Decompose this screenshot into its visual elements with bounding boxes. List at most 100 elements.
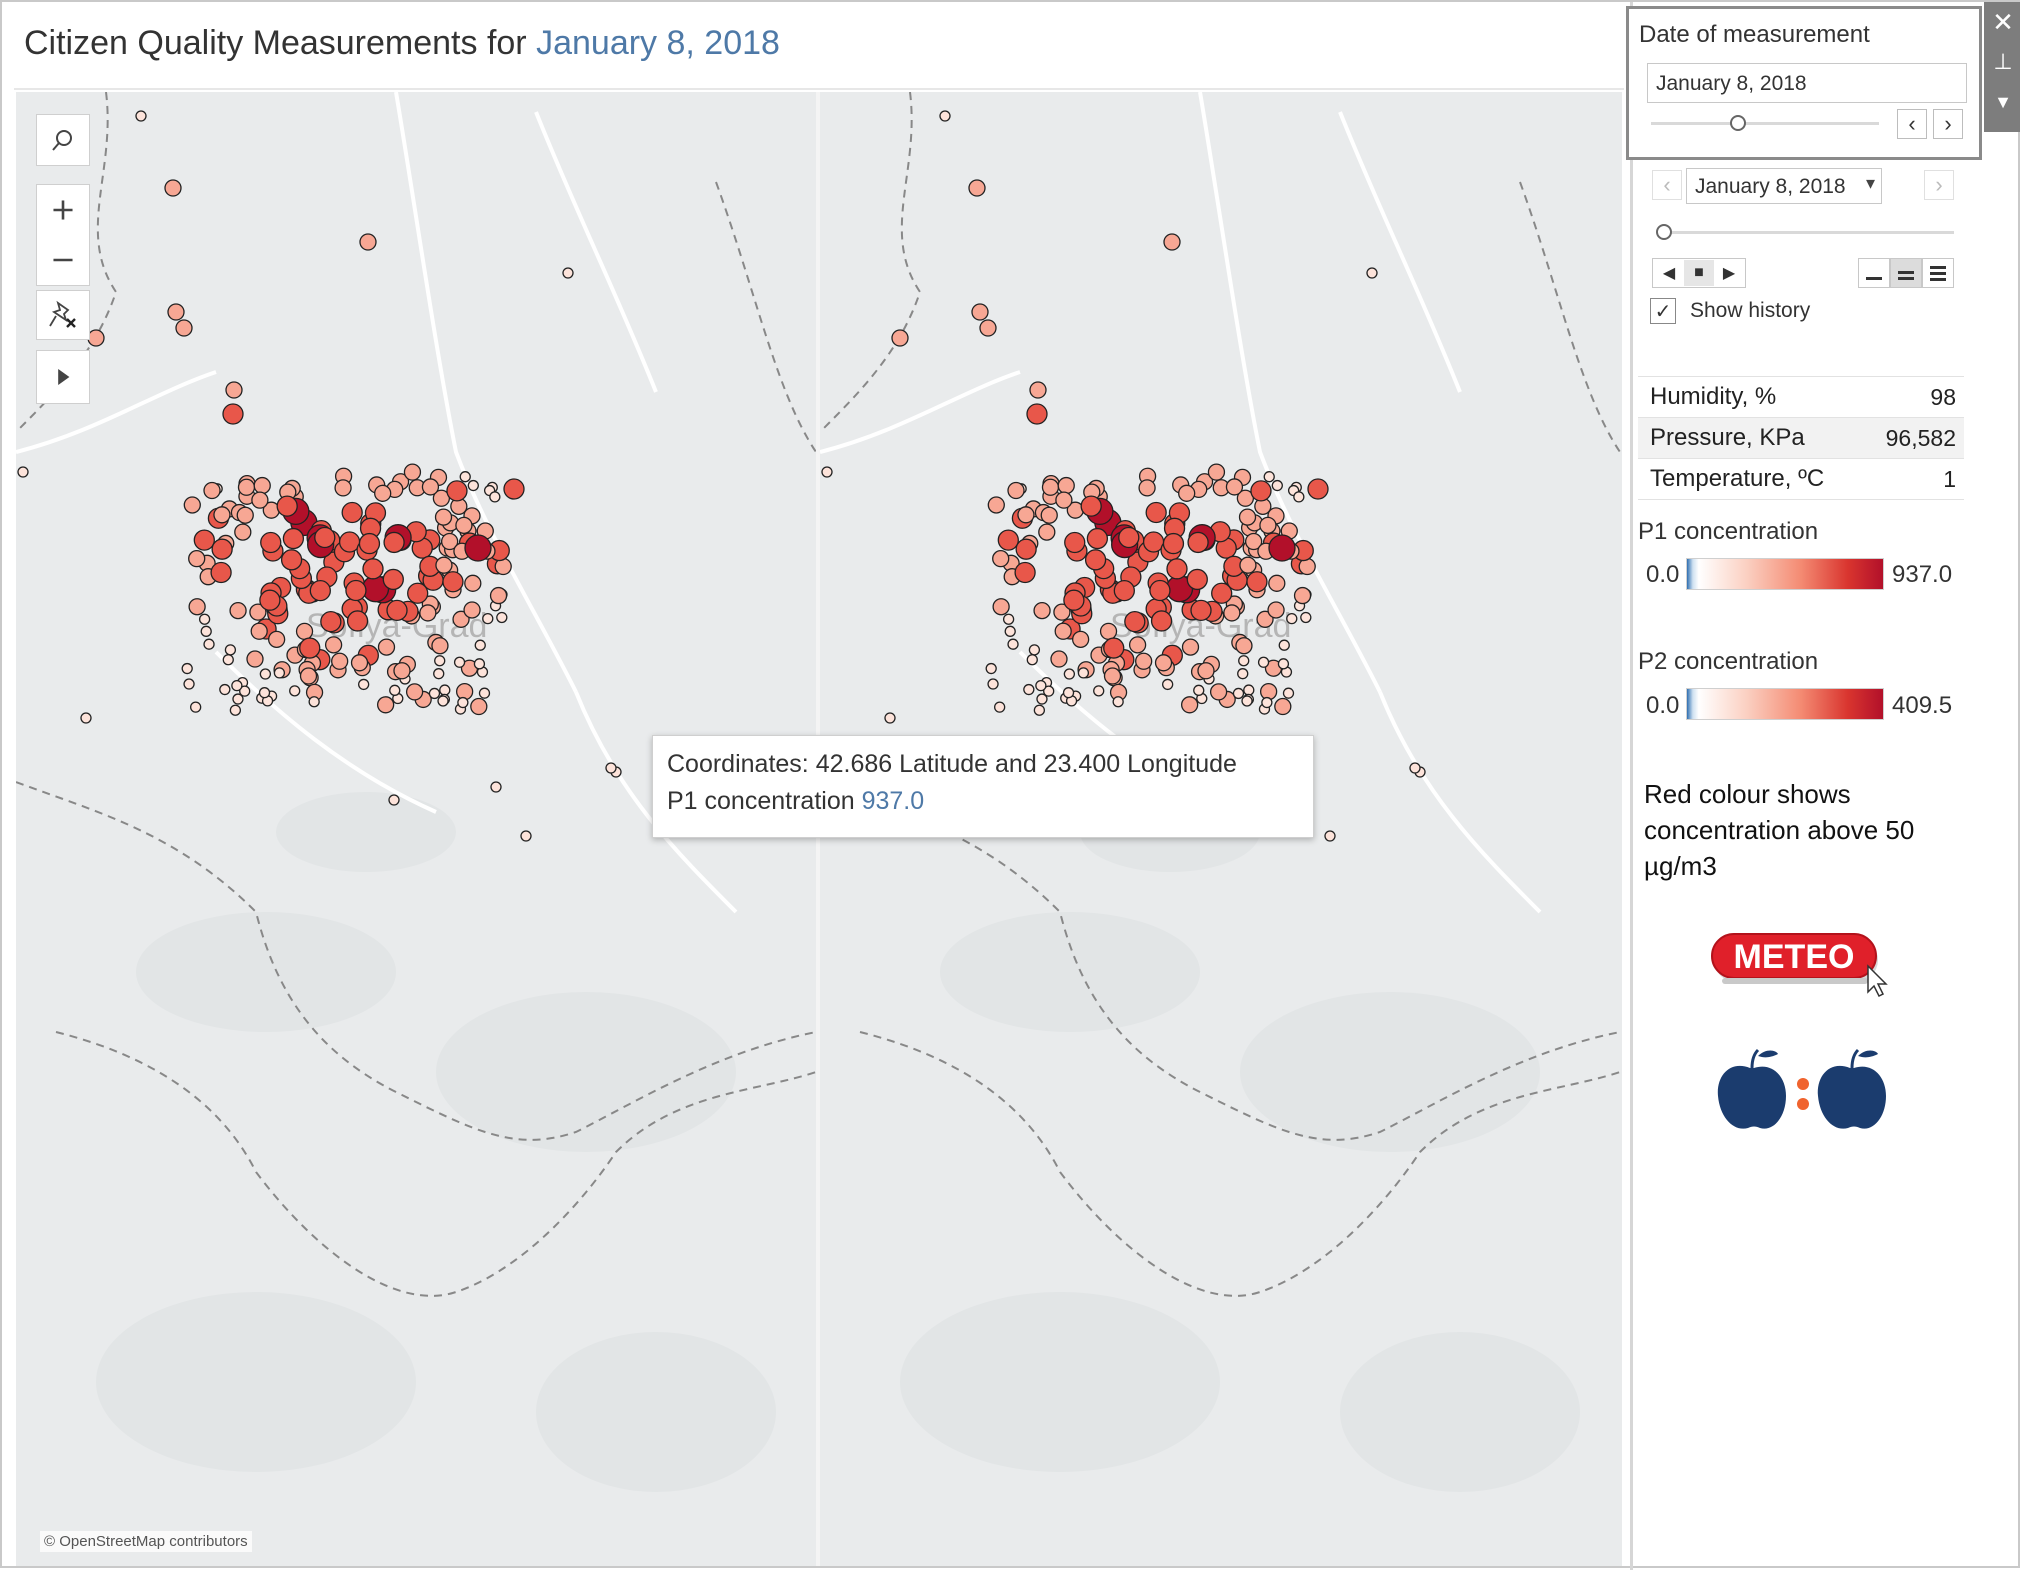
measurement-point[interactable]	[473, 658, 486, 670]
measurement-point[interactable]	[1293, 491, 1305, 503]
measurement-point[interactable]	[237, 478, 256, 496]
measurement-point[interactable]	[358, 532, 381, 555]
measurement-point[interactable]	[200, 625, 212, 637]
measurement-point[interactable]	[419, 604, 437, 622]
measurement-point[interactable]	[467, 479, 479, 492]
measurement-point[interactable]	[1149, 579, 1171, 602]
measurement-point[interactable]	[439, 684, 451, 696]
measurement-point[interactable]	[1099, 622, 1118, 641]
measurement-point[interactable]	[435, 556, 453, 574]
page-prev-button[interactable]: ‹	[1652, 170, 1682, 200]
show-history-checkbox[interactable]: ✓	[1650, 298, 1676, 324]
measurement-point[interactable]	[1103, 667, 1122, 685]
measurement-point[interactable]	[1113, 579, 1135, 602]
measurement-point[interactable]	[433, 668, 445, 680]
measurement-point[interactable]	[376, 696, 395, 714]
measurement-point[interactable]	[463, 601, 481, 619]
measurement-point[interactable]	[231, 679, 243, 692]
measurement-point[interactable]	[985, 662, 997, 675]
measurement-point[interactable]	[17, 466, 29, 478]
measurement-point[interactable]	[1267, 601, 1285, 619]
measurement-point[interactable]	[229, 601, 247, 620]
measurement-point[interactable]	[1246, 571, 1268, 593]
measurement-point[interactable]	[1238, 655, 1250, 667]
measurement-point[interactable]	[403, 463, 422, 481]
measurement-point[interactable]	[203, 638, 215, 650]
measurement-point[interactable]	[164, 179, 182, 197]
measurement-point[interactable]	[1063, 668, 1076, 680]
measurement-point[interactable]	[1193, 684, 1205, 696]
measurement-point[interactable]	[1237, 668, 1249, 680]
show-history-toggle[interactable]: ✓ Show history	[1650, 298, 1810, 324]
measurement-point[interactable]	[1124, 610, 1146, 633]
meteo-button[interactable]: METEO	[1708, 932, 1898, 998]
measurement-point[interactable]	[250, 622, 268, 640]
measurement-point[interactable]	[994, 701, 1006, 713]
measurement-point[interactable]	[1257, 656, 1270, 668]
measurement-point[interactable]	[183, 496, 201, 514]
measurement-point[interactable]	[299, 667, 318, 685]
date-filter-slider-knob[interactable]	[1729, 115, 1746, 131]
measurement-point[interactable]	[1181, 638, 1200, 656]
measurement-point[interactable]	[1300, 611, 1312, 624]
measurement-point[interactable]	[1239, 556, 1257, 574]
measurement-point[interactable]	[1286, 612, 1298, 625]
page-next-button[interactable]: ›	[1924, 170, 1954, 200]
measurement-point[interactable]	[1017, 506, 1035, 524]
measurement-point[interactable]	[459, 471, 471, 483]
measurement-point[interactable]	[374, 484, 392, 502]
measurement-point[interactable]	[939, 110, 951, 122]
measurement-point[interactable]	[224, 644, 237, 656]
measurement-point[interactable]	[496, 611, 508, 624]
measurement-point[interactable]	[442, 571, 464, 593]
measurement-point[interactable]	[358, 678, 370, 691]
measurement-point[interactable]	[1235, 637, 1253, 655]
play-forward-icon[interactable]: ▶	[1714, 263, 1744, 283]
measurement-point[interactable]	[1278, 639, 1290, 651]
measurement-point[interactable]	[236, 506, 254, 524]
zoom-out-button[interactable]	[50, 235, 76, 285]
play-back-icon[interactable]: ◀	[1654, 263, 1684, 283]
measurement-point[interactable]	[971, 303, 989, 321]
measurement-point[interactable]	[562, 267, 574, 279]
measurement-point[interactable]	[1409, 762, 1421, 774]
measurement-point[interactable]	[446, 480, 468, 502]
measurement-point[interactable]	[1004, 625, 1016, 637]
measurement-point[interactable]	[225, 381, 243, 399]
measurement-point[interactable]	[386, 599, 408, 622]
measurement-point[interactable]	[1293, 586, 1312, 605]
measurement-point[interactable]	[1261, 696, 1273, 709]
measurement-point[interactable]	[334, 479, 352, 497]
measurement-point[interactable]	[1038, 523, 1056, 541]
measurement-point[interactable]	[167, 303, 185, 321]
measurement-point[interactable]	[382, 568, 404, 591]
measurement-point[interactable]	[135, 110, 147, 122]
measurement-point[interactable]	[383, 531, 405, 554]
measurement-point[interactable]	[997, 529, 1019, 551]
measurement-point[interactable]	[1128, 636, 1147, 654]
measurement-point[interactable]	[605, 762, 617, 774]
measurement-point[interactable]	[979, 319, 997, 337]
measurement-point[interactable]	[1023, 683, 1035, 696]
measurement-point[interactable]	[258, 687, 271, 699]
measurement-point[interactable]	[482, 612, 494, 625]
measurement-point[interactable]	[260, 531, 282, 554]
measurement-point[interactable]	[405, 683, 424, 701]
date-filter-slider-track[interactable]	[1651, 122, 1879, 125]
measurement-point[interactable]	[457, 696, 469, 709]
measurement-point[interactable]	[222, 403, 244, 425]
measurement-point[interactable]	[453, 656, 466, 668]
measurement-point[interactable]	[1086, 527, 1109, 550]
measurement-point[interactable]	[1324, 830, 1336, 842]
measurement-point[interactable]	[341, 501, 363, 524]
measurement-point[interactable]	[1028, 644, 1041, 656]
measurement-point[interactable]	[203, 481, 221, 500]
measurement-point[interactable]	[1243, 684, 1255, 696]
measurement-point[interactable]	[1241, 695, 1253, 707]
measurement-point[interactable]	[308, 696, 320, 708]
measurement-point[interactable]	[1057, 476, 1075, 495]
measurement-point[interactable]	[1118, 526, 1140, 549]
measurement-point[interactable]	[1211, 582, 1233, 604]
page-slider-knob[interactable]	[1656, 224, 1672, 240]
measurement-point[interactable]	[1366, 267, 1378, 279]
